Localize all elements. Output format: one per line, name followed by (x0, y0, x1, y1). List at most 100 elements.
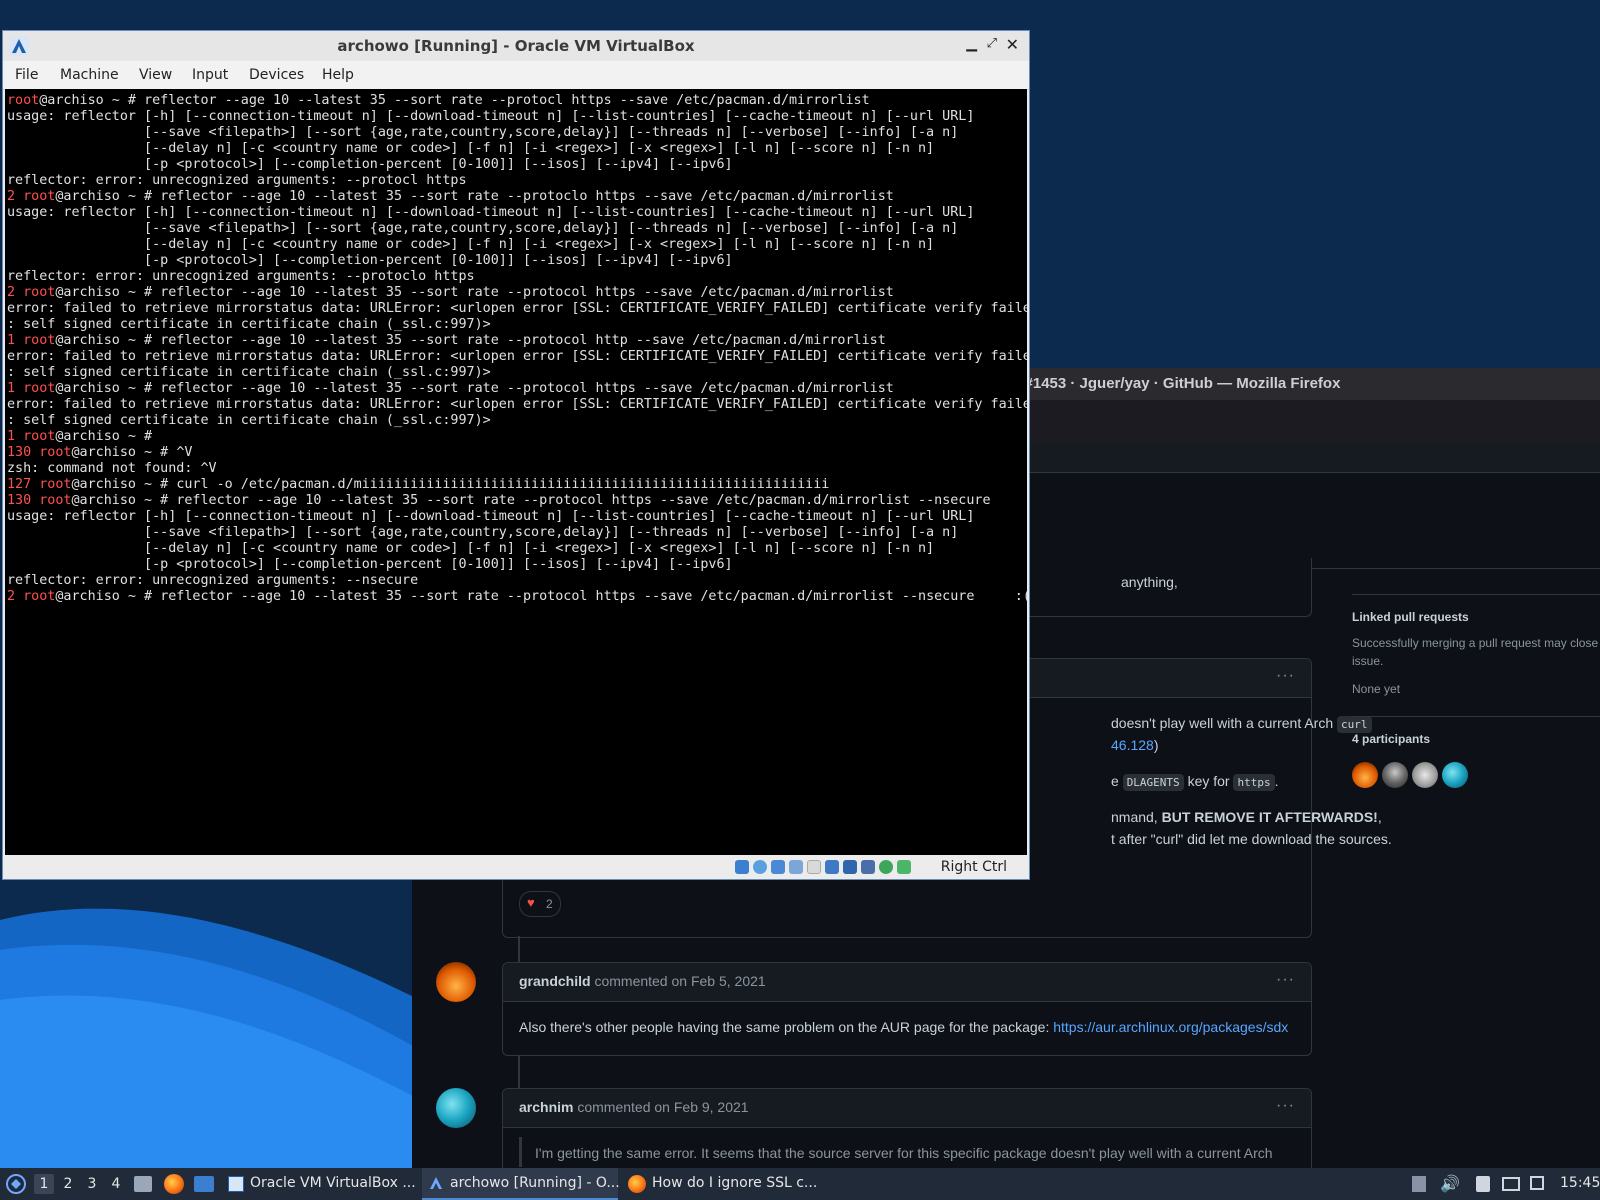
terminal-line: reflector: error: unrecognized arguments… (7, 269, 475, 285)
terminal-text: zsh: command not found: ^V (7, 461, 217, 476)
terminal-text: reflector --age 10 --latest 35 --sort ra… (160, 285, 894, 300)
terminal-line: 1 root@archiso ~ # reflector --age 10 --… (7, 333, 886, 349)
network-icon[interactable] (789, 860, 803, 874)
author-link[interactable]: archnim (519, 1099, 573, 1115)
workspace-1[interactable]: 1 (34, 1174, 54, 1194)
tray-arrow-icon[interactable] (1412, 1176, 1426, 1192)
archnim-avatar[interactable] (436, 1088, 476, 1128)
task-label: archowo [Running] - O... (450, 1175, 620, 1191)
aur-link[interactable]: https://aur.archlinux.org/packages/sdx (1053, 1019, 1288, 1035)
comment-author-line: grandchild commented on Feb 5, 2021 (519, 973, 766, 989)
exit-code: 1 (7, 381, 24, 396)
task-label: Oracle VM VirtualBox ... (250, 1175, 416, 1191)
terminal-text: reflector: error: unrecognized arguments… (7, 269, 475, 284)
hard-disk-icon[interactable] (735, 860, 749, 874)
workspace-4[interactable]: 4 (106, 1174, 126, 1194)
terminal-text: [--save <filepath>] [--sort {age,rate,co… (7, 221, 959, 236)
volume-icon[interactable]: 🔊 (1440, 1174, 1460, 1193)
more-options-icon[interactable]: ··· (1276, 1097, 1295, 1115)
terminal-line: [--delay n] [-c <country name or code>] … (7, 237, 934, 253)
participant-avatar[interactable] (1442, 762, 1468, 788)
shell-prompt: root@archiso ~ # (39, 493, 177, 508)
vm-terminal-screen[interactable]: root@archiso ~ # reflector --age 10 --la… (5, 89, 1027, 855)
menu-help[interactable]: Help (322, 67, 354, 83)
terminal-line: : self signed certificate in certificate… (7, 317, 491, 333)
terminal-line: 2 root@archiso ~ # reflector --age 10 --… (7, 189, 894, 205)
comment-line: t after "curl" did let me download the s… (1111, 831, 1392, 847)
notifications-icon[interactable] (1530, 1176, 1544, 1190)
comment-line: doesn't play well with a current Arch cu… (1111, 715, 1372, 733)
file-manager-icon[interactable] (134, 1176, 152, 1192)
terminal-text: reflector: error: unrecognized arguments… (7, 173, 467, 188)
task-label: How do I ignore SSL c... (652, 1175, 818, 1191)
terminal-line: 127 root@archiso ~ # curl -o /etc/pacman… (7, 477, 829, 493)
participant-avatar[interactable] (1382, 762, 1408, 788)
menu-devices[interactable]: Devices (249, 67, 304, 83)
heart-reaction-button[interactable]: ♥ 2 (519, 891, 561, 917)
more-options-icon[interactable]: ··· (1276, 667, 1295, 685)
terminal-line: reflector: error: unrecognized arguments… (7, 573, 418, 589)
menu-file[interactable]: File (15, 67, 38, 83)
shell-prompt: root@archiso ~ # (23, 429, 161, 444)
virtualbox-vm-icon (430, 1177, 442, 1189)
virtualbox-window[interactable]: archowo [Running] - Oracle VM VirtualBox… (2, 30, 1030, 880)
more-options-icon[interactable]: ··· (1276, 971, 1295, 989)
maximize-icon[interactable]: ⤢ (987, 36, 997, 51)
comment-header: archnim commented on Feb 9, 2021 ··· (503, 1089, 1311, 1128)
usb-icon[interactable] (807, 860, 821, 874)
terminal-text: usage: reflector [-h] [--connection-time… (7, 509, 975, 524)
terminal-text: error: failed to retrieve mirrorstatus d… (7, 349, 1027, 364)
terminal-text: [--delay n] [-c <country name or code>] … (7, 141, 935, 156)
comment-card-3: archnim commented on Feb 9, 2021 ··· I'm… (502, 1088, 1312, 1168)
virtualbox-titlebar[interactable]: archowo [Running] - Oracle VM VirtualBox… (3, 31, 1029, 62)
terminal-line: : self signed certificate in certificate… (7, 413, 491, 429)
exit-code: 2 (7, 589, 24, 604)
shared-folders-icon[interactable] (825, 860, 839, 874)
comment-line: nmand, BUT REMOVE IT AFTERWARDS!, (1111, 809, 1382, 825)
terminal-text: curl -o /etc/pacman.d/miiiiiiiiiiiiiiiii… (176, 477, 830, 492)
menu-view[interactable]: View (139, 67, 172, 83)
terminal-text: reflector --age 10 --latest 35 --sort ra… (160, 589, 1027, 604)
task-firefox[interactable]: How do I ignore SSL c... (622, 1168, 818, 1200)
clock[interactable]: 15:45 (1560, 1175, 1600, 1191)
participant-avatar[interactable] (1352, 762, 1378, 788)
mouse-integration-icon[interactable] (897, 860, 911, 874)
desktop-icon[interactable] (194, 1176, 214, 1192)
audio-icon[interactable] (771, 860, 785, 874)
terminal-text: : self signed certificate in certificate… (7, 413, 491, 428)
firefox-launcher-icon[interactable] (164, 1174, 184, 1194)
terminal-line: 130 root@archiso ~ # ^V (7, 445, 192, 461)
terminal-text: [-p <protocol>] [--completion-percent [0… (7, 557, 733, 572)
grandchild-avatar[interactable] (436, 962, 476, 1002)
clipboard-icon[interactable] (1476, 1176, 1490, 1192)
display-icon[interactable] (843, 860, 857, 874)
comment-card-2: grandchild commented on Feb 5, 2021 ··· … (502, 962, 1312, 1056)
comment-header: grandchild commented on Feb 5, 2021 ··· (503, 963, 1311, 1002)
cpu-activity-icon[interactable] (879, 860, 893, 874)
terminal-line: 2 root@archiso ~ # reflector --age 10 --… (7, 589, 1027, 605)
terminal-line: 130 root@archiso ~ # reflector --age 10 … (7, 493, 991, 509)
terminal-line: [--save <filepath>] [--sort {age,rate,co… (7, 221, 958, 237)
participant-avatar[interactable] (1412, 762, 1438, 788)
taskbar: 1 2 3 4 Oracle VM VirtualBox ... archowo… (0, 1168, 1600, 1200)
terminal-text: ^V (176, 445, 193, 460)
workspace-2[interactable]: 2 (58, 1174, 78, 1194)
task-archowo-running[interactable]: archowo [Running] - O... (422, 1168, 620, 1200)
shell-prompt: root@archiso ~ # (23, 189, 161, 204)
video-capture-icon[interactable] (861, 860, 875, 874)
menu-machine[interactable]: Machine (60, 67, 119, 83)
start-menu-icon[interactable] (6, 1174, 26, 1194)
optical-drive-icon[interactable] (753, 860, 767, 874)
workspace-3[interactable]: 3 (82, 1174, 102, 1194)
minimize-icon[interactable]: ▁ (966, 36, 977, 52)
terminal-text: reflector: error: unrecognized arguments… (7, 573, 419, 588)
close-icon[interactable]: ✕ (1006, 35, 1019, 54)
author-link[interactable]: grandchild (519, 973, 591, 989)
task-oracle-vm-virtualbox[interactable]: Oracle VM VirtualBox ... (222, 1168, 418, 1200)
shell-prompt: root@archiso ~ # (23, 589, 161, 604)
network-tray-icon[interactable] (1502, 1177, 1520, 1191)
terminal-text: [-p <protocol>] [--completion-percent [0… (7, 157, 733, 172)
terminal-line: usage: reflector [-h] [--connection-time… (7, 205, 974, 221)
terminal-line: [--save <filepath>] [--sort {age,rate,co… (7, 125, 958, 141)
menu-input[interactable]: Input (192, 67, 228, 83)
